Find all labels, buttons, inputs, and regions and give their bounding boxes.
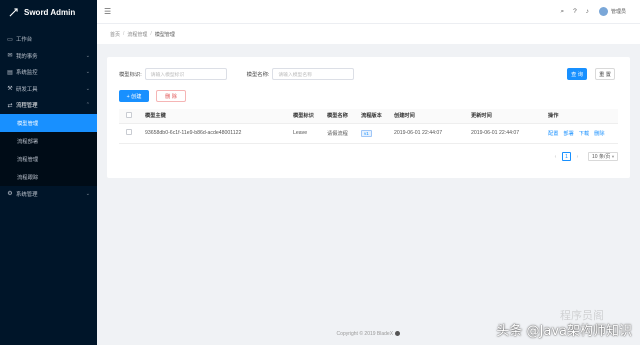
desktop-icon: ▭ <box>7 36 13 43</box>
flow-submenu: 模型管理 流程部署 流程管理 流程跟踪 <box>0 113 97 186</box>
sidebar-item-label: 工作台 <box>16 37 33 44</box>
page-size-value: 10 条/页 <box>592 154 611 160</box>
app-title: Sword Admin <box>24 7 76 17</box>
sidebar-item-label: 系统监控 <box>16 70 38 77</box>
version-tag: v1 <box>361 129 372 137</box>
bell-icon[interactable]: ♪ <box>586 8 589 15</box>
app-logo[interactable]: Sword Admin <box>0 0 97 24</box>
avatar[interactable] <box>598 7 608 16</box>
column-header[interactable]: 创建时间 <box>392 109 469 124</box>
query-button[interactable]: 查 询 <box>567 68 587 80</box>
cell-created: 2019-06-01 22:44:07 <box>392 123 469 144</box>
breadcrumb-separator: / <box>150 31 152 37</box>
config-link[interactable]: 配置 <box>548 131 558 137</box>
sidebar-item-workbench[interactable]: ▭ 工作台 <box>0 31 97 48</box>
cell-updated: 2019-06-01 22:44:07 <box>469 123 546 144</box>
sidebar-subitem-model[interactable]: 模型管理 <box>0 113 97 132</box>
sidebar-item-my-tasks[interactable]: ✉ 我的事务 ⌄ <box>0 48 97 65</box>
delete-button[interactable]: 删 除 <box>156 90 186 102</box>
deploy-link[interactable]: 部署 <box>563 131 573 137</box>
gear-icon: ⚙ <box>7 191 13 198</box>
sidebar-menu: ▭ 工作台 ✉ 我的事务 ⌄ ▤ 系统监控 ⌄ ⚒ 研发工具 ⌄ ⇄ 流程管理 … <box>0 31 97 202</box>
tool-icon: ⚒ <box>7 86 13 93</box>
sidebar-subitem-trace[interactable]: 流程跟踪 <box>0 168 97 186</box>
sidebar-subitem-deploy[interactable]: 流程部署 <box>0 132 97 150</box>
username[interactable]: 管理员 <box>611 8 626 15</box>
sidebar-subitem-label: 流程部署 <box>17 138 39 145</box>
sidebar-item-flow[interactable]: ⇄ 流程管理 ⌃ <box>0 97 97 114</box>
mail-icon: ✉ <box>7 53 13 60</box>
pagination: ‹ 1 › 10 条/页 ▼ <box>549 152 618 161</box>
model-key-input[interactable]: 请输入模型标识 <box>144 68 227 80</box>
select-all-checkbox[interactable] <box>126 111 132 118</box>
column-header[interactable]: 流程版本 <box>359 109 392 124</box>
column-header[interactable]: 模型主键 <box>143 109 291 124</box>
watermark-text: 头条 @Java架构师知识 <box>496 324 632 339</box>
github-icon[interactable] <box>395 331 401 337</box>
create-button[interactable]: + 创建 <box>119 90 149 102</box>
breadcrumb-flow[interactable]: 流程管理 <box>127 31 147 38</box>
page-number[interactable]: 1 <box>562 152 571 161</box>
table-header-row: 模型主键 模型标识 模型名称 流程版本 创建时间 更新时间 操作 <box>119 109 618 124</box>
sidebar-subitem-label: 模型管理 <box>17 120 39 127</box>
sidebar-subitem-label: 流程跟踪 <box>17 174 39 181</box>
select-all-cell <box>119 109 143 124</box>
breadcrumb-current: 模型管理 <box>154 31 175 38</box>
column-header[interactable]: 更新时间 <box>469 109 546 124</box>
breadcrumb: 首页 / 流程管理 / 模型管理 <box>97 24 640 44</box>
prev-page-button[interactable]: ‹ <box>551 152 560 161</box>
search-form: 模型标识: 请输入模型标识 模型名称: 请输入模型名称 <box>119 68 355 80</box>
table-row: 93658db0-6c1f-11e9-b86d-acde48001122 Lea… <box>119 123 618 144</box>
main-card: 模型标识: 请输入模型标识 模型名称: 请输入模型名称 查 询 重 置 + 创建… <box>107 57 630 178</box>
header-actions: ⌕ ? ♪ 管理员 <box>551 7 640 16</box>
chevron-down-icon: ⌄ <box>85 85 90 92</box>
chevron-down-icon: ▼ <box>611 154 615 159</box>
sidebar-item-label: 流程管理 <box>16 103 38 110</box>
sidebar-item-system[interactable]: ⚙ 系统管理 ⌄ <box>0 186 97 203</box>
chevron-down-icon: ⌄ <box>85 52 90 59</box>
page-size-select[interactable]: 10 条/页 ▼ <box>588 152 618 161</box>
column-header[interactable]: 模型名称 <box>325 109 359 124</box>
top-header: ☰ ⌕ ? ♪ 管理员 <box>97 0 640 24</box>
model-name-input[interactable]: 请输入模型名称 <box>272 68 355 80</box>
cell-model-id: 93658db0-6c1f-11e9-b86d-acde48001122 <box>143 123 291 144</box>
sidebar-item-label: 系统管理 <box>16 191 38 198</box>
chevron-down-icon: ⌄ <box>85 69 90 76</box>
breadcrumb-home[interactable]: 首页 <box>110 31 120 38</box>
cell-model-name: 请假流程 <box>325 123 359 144</box>
download-link[interactable]: 下载 <box>579 131 589 137</box>
next-page-button[interactable]: › <box>573 152 582 161</box>
delete-link[interactable]: 删除 <box>594 131 604 137</box>
reset-button[interactable]: 重 置 <box>595 68 615 80</box>
sidebar-item-label: 研发工具 <box>16 86 38 93</box>
cell-model-key: Leave <box>291 123 325 144</box>
column-header[interactable]: 模型标识 <box>291 109 325 124</box>
row-checkbox[interactable] <box>126 129 132 135</box>
monitor-icon: ▤ <box>7 69 13 76</box>
sidebar-item-dev-tools[interactable]: ⚒ 研发工具 ⌄ <box>0 81 97 98</box>
breadcrumb-separator: / <box>123 31 125 37</box>
sword-logo-icon <box>9 7 18 16</box>
row-select-cell <box>119 123 143 144</box>
sidebar-subitem-label: 流程管理 <box>17 156 39 163</box>
chevron-up-icon: ⌃ <box>85 102 90 109</box>
column-header: 操作 <box>546 109 618 124</box>
flow-icon: ⇄ <box>7 102 13 109</box>
chevron-down-icon: ⌄ <box>85 190 90 197</box>
help-icon[interactable]: ? <box>573 8 577 15</box>
cell-actions: 配置 部署 下载 删除 <box>546 123 618 144</box>
model-name-label: 模型名称: <box>246 72 270 78</box>
cell-version: v1 <box>359 123 392 144</box>
copyright-text: Copyright © 2019 BladeX <box>336 331 394 337</box>
sidebar-item-monitor[interactable]: ▤ 系统监控 ⌄ <box>0 64 97 81</box>
sidebar-item-label: 我的事务 <box>16 53 38 60</box>
model-key-label: 模型标识: <box>119 72 142 78</box>
sidebar-subitem-manage[interactable]: 流程管理 <box>0 150 97 168</box>
model-table: 模型主键 模型标识 模型名称 流程版本 创建时间 更新时间 操作 93658db… <box>119 109 618 144</box>
search-icon[interactable]: ⌕ <box>560 8 564 16</box>
sidebar: Sword Admin ▭ 工作台 ✉ 我的事务 ⌄ ▤ 系统监控 ⌄ ⚒ 研发… <box>0 0 97 345</box>
menu-fold-icon[interactable]: ☰ <box>104 7 111 16</box>
